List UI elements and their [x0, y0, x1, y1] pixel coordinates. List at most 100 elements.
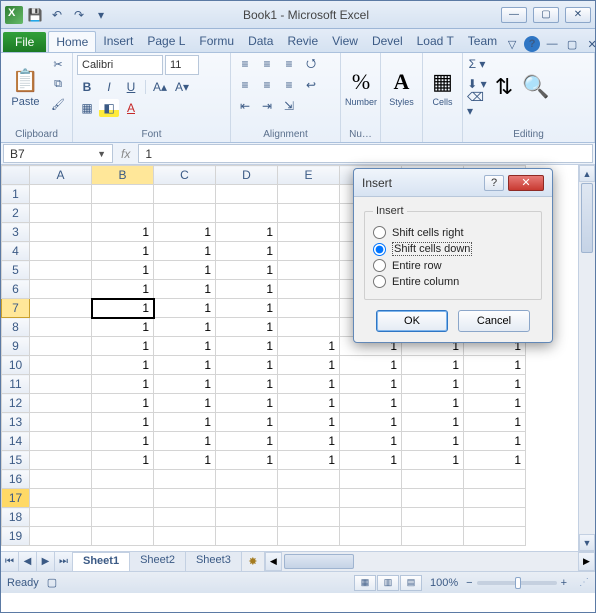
- col-header-E[interactable]: E: [278, 166, 340, 185]
- cell-H19[interactable]: [464, 527, 526, 546]
- zoom-level[interactable]: 100%: [430, 577, 458, 589]
- view-normal-button[interactable]: ▦: [354, 575, 376, 591]
- cell-G13[interactable]: 1: [402, 413, 464, 432]
- row-header-17[interactable]: 17: [2, 489, 30, 508]
- workbook-close-button[interactable]: ✕: [584, 36, 596, 52]
- cell-E19[interactable]: [278, 527, 340, 546]
- sort-filter-button[interactable]: ⇅: [489, 55, 519, 121]
- cell-B3[interactable]: 1: [92, 223, 154, 242]
- insert-radio-3[interactable]: [373, 275, 386, 288]
- number-format-button[interactable]: %Number: [345, 55, 377, 121]
- cell-G15[interactable]: 1: [402, 451, 464, 470]
- ok-button[interactable]: OK: [376, 310, 448, 332]
- cell-C18[interactable]: [154, 508, 216, 527]
- horizontal-scrollbar[interactable]: ◀ ▶: [264, 552, 595, 571]
- wrap-text-button[interactable]: ↩: [301, 76, 321, 94]
- new-sheet-button[interactable]: ✸: [242, 552, 264, 571]
- scroll-up-button[interactable]: ▲: [579, 165, 595, 182]
- border-button[interactable]: ▦: [77, 99, 97, 117]
- select-all-corner[interactable]: [2, 166, 30, 185]
- qat-dropdown[interactable]: ▾: [91, 5, 111, 25]
- save-button[interactable]: 💾: [25, 5, 45, 25]
- cell-C9[interactable]: 1: [154, 337, 216, 356]
- cell-D15[interactable]: 1: [216, 451, 278, 470]
- cell-B8[interactable]: 1: [92, 318, 154, 337]
- cell-A3[interactable]: [30, 223, 92, 242]
- tab-loadt[interactable]: Load T: [410, 31, 461, 52]
- indent-button[interactable]: ⇥: [257, 97, 277, 115]
- font-size-combo[interactable]: [165, 55, 199, 75]
- cell-D6[interactable]: 1: [216, 280, 278, 299]
- row-header-3[interactable]: 3: [2, 223, 30, 242]
- cell-E1[interactable]: [278, 185, 340, 204]
- help-icon[interactable]: ?: [524, 36, 540, 52]
- scroll-down-button[interactable]: ▼: [579, 534, 595, 551]
- col-header-D[interactable]: D: [216, 166, 278, 185]
- cell-B4[interactable]: 1: [92, 242, 154, 261]
- cell-B10[interactable]: 1: [92, 356, 154, 375]
- cell-E5[interactable]: [278, 261, 340, 280]
- undo-button[interactable]: ↶: [47, 5, 67, 25]
- cell-B13[interactable]: 1: [92, 413, 154, 432]
- sheet-nav-first[interactable]: ⏮: [1, 552, 19, 571]
- cell-F17[interactable]: [340, 489, 402, 508]
- align-bottom-button[interactable]: ≡: [279, 55, 299, 73]
- font-name-combo[interactable]: [77, 55, 163, 75]
- maximize-button[interactable]: ▢: [533, 7, 559, 23]
- cell-H17[interactable]: [464, 489, 526, 508]
- format-painter-button[interactable]: 🖌: [48, 95, 68, 113]
- zoom-in-button[interactable]: +: [561, 577, 567, 589]
- find-select-button[interactable]: 🔍: [521, 55, 551, 121]
- tab-team[interactable]: Team: [461, 31, 504, 52]
- cell-A8[interactable]: [30, 318, 92, 337]
- cell-E10[interactable]: 1: [278, 356, 340, 375]
- view-page-break-button[interactable]: ▤: [400, 575, 422, 591]
- cell-D14[interactable]: 1: [216, 432, 278, 451]
- cell-E9[interactable]: 1: [278, 337, 340, 356]
- cell-B6[interactable]: 1: [92, 280, 154, 299]
- fx-icon[interactable]: fx: [121, 147, 130, 161]
- cell-H13[interactable]: 1: [464, 413, 526, 432]
- row-header-16[interactable]: 16: [2, 470, 30, 489]
- cell-E18[interactable]: [278, 508, 340, 527]
- cell-G17[interactable]: [402, 489, 464, 508]
- cell-C11[interactable]: 1: [154, 375, 216, 394]
- cell-F18[interactable]: [340, 508, 402, 527]
- cell-B14[interactable]: 1: [92, 432, 154, 451]
- row-header-15[interactable]: 15: [2, 451, 30, 470]
- cell-A16[interactable]: [30, 470, 92, 489]
- cell-D7[interactable]: 1: [216, 299, 278, 318]
- cell-E12[interactable]: 1: [278, 394, 340, 413]
- fill-color-button[interactable]: ◧: [99, 99, 119, 117]
- insert-radio-1[interactable]: [373, 243, 386, 256]
- col-header-B[interactable]: B: [92, 166, 154, 185]
- insert-option-0[interactable]: Shift cells right: [373, 226, 533, 239]
- outdent-button[interactable]: ⇤: [235, 97, 255, 115]
- resize-grip-icon[interactable]: ⋰: [575, 577, 589, 588]
- cell-C10[interactable]: 1: [154, 356, 216, 375]
- sheet-tab-sheet2[interactable]: Sheet2: [130, 552, 186, 571]
- workbook-minimize-button[interactable]: —: [544, 36, 560, 52]
- cell-D11[interactable]: 1: [216, 375, 278, 394]
- cell-E4[interactable]: [278, 242, 340, 261]
- cell-C7[interactable]: 1: [154, 299, 216, 318]
- cell-A5[interactable]: [30, 261, 92, 280]
- clear-button[interactable]: ⌫ ▾: [467, 95, 487, 113]
- tab-devel[interactable]: Devel: [365, 31, 410, 52]
- insert-option-2[interactable]: Entire row: [373, 259, 533, 272]
- cell-G18[interactable]: [402, 508, 464, 527]
- cell-F10[interactable]: 1: [340, 356, 402, 375]
- view-page-layout-button[interactable]: ▥: [377, 575, 399, 591]
- cell-C1[interactable]: [154, 185, 216, 204]
- cell-B16[interactable]: [92, 470, 154, 489]
- align-right-button[interactable]: ≡: [279, 76, 299, 94]
- cell-E13[interactable]: 1: [278, 413, 340, 432]
- paste-button[interactable]: 📋 Paste: [5, 55, 46, 121]
- cell-E7[interactable]: [278, 299, 340, 318]
- font-shrink-button[interactable]: A▾: [172, 78, 192, 96]
- row-header-10[interactable]: 10: [2, 356, 30, 375]
- tab-formu[interactable]: Formu: [192, 31, 241, 52]
- cell-D10[interactable]: 1: [216, 356, 278, 375]
- cut-button[interactable]: ✂: [48, 55, 68, 73]
- cell-E6[interactable]: [278, 280, 340, 299]
